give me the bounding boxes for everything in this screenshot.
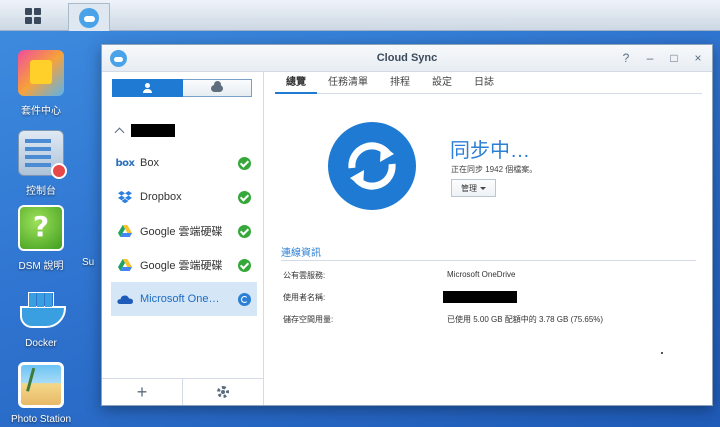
manage-label: 管理	[461, 183, 477, 193]
info-value: 已使用 5.00 GB 配額中的 3.78 GB (75.65%)	[447, 315, 604, 324]
docker-icon	[18, 286, 66, 332]
desktop-icon-label: 控制台	[26, 186, 56, 197]
tab-overview[interactable]: 總覽	[275, 72, 317, 94]
sidebar-footer: +	[102, 378, 263, 405]
task-item-google-drive-1[interactable]: Google 雲端硬碟	[111, 214, 257, 248]
main-menu-button[interactable]	[14, 2, 52, 29]
user-view-button[interactable]	[112, 79, 183, 97]
tab-task-list[interactable]: 任務清單	[317, 72, 379, 94]
task-item-google-drive-2[interactable]: Google 雲端硬碟	[111, 248, 257, 282]
grid-menu-icon	[25, 7, 41, 24]
check-circle-icon	[238, 258, 251, 272]
dropbox-icon	[117, 190, 133, 204]
help-icon: ?	[18, 205, 64, 251]
manage-dropdown-button[interactable]: 管理	[451, 179, 496, 197]
task-item-box[interactable]: box Box	[111, 146, 257, 180]
google-drive-icon	[117, 258, 133, 272]
task-label: Google 雲端硬碟	[140, 226, 223, 238]
desktop-icon-label: DSM 說明	[18, 261, 64, 272]
info-value: Microsoft OneDrive	[447, 270, 516, 279]
view-switcher	[112, 79, 252, 97]
sync-status-subtitle: 正在同步 1942 個檔案。	[451, 165, 538, 174]
maximize-button[interactable]: □	[668, 50, 680, 66]
desktop-icon-docker[interactable]: Docker	[0, 286, 82, 349]
help-button[interactable]: ?	[620, 50, 632, 66]
settings-button[interactable]	[182, 379, 263, 405]
connection-info-title: 連線資訊	[281, 248, 321, 259]
account-group-header[interactable]	[114, 124, 175, 137]
task-label: Box	[140, 157, 159, 169]
info-label: 儲存空間用量:	[283, 315, 334, 324]
cloud-sync-icon	[79, 7, 99, 28]
task-item-dropbox[interactable]: Dropbox	[111, 180, 257, 214]
box-icon: box	[115, 157, 135, 169]
desktop-icon-photo-station[interactable]: Photo Station	[0, 362, 82, 425]
desktop-icon-control-panel[interactable]: 控制台	[0, 130, 82, 197]
task-list: box Box Dropbox Google 雲端硬碟 Google 雲端硬碟 …	[111, 146, 257, 316]
onedrive-icon	[117, 292, 133, 306]
sync-status-graphic	[328, 122, 416, 210]
cloud-sync-window: Cloud Sync ? – □ × box Box Dropbox Googl…	[101, 44, 713, 406]
task-item-onedrive[interactable]: Microsoft One…	[111, 282, 257, 316]
tab-bar: 總覽 任務清單 排程 設定 日誌	[275, 72, 702, 94]
task-label: Microsoft One…	[140, 293, 220, 305]
main-pane: 總覽 任務清單 排程 設定 日誌 同步中… 正在同步 1942 個檔案。 管理 …	[265, 72, 712, 405]
desktop-icon-label: 套件中心	[21, 106, 61, 117]
section-divider	[281, 260, 696, 261]
info-label: 公有雲服務:	[283, 271, 326, 280]
task-label: Dropbox	[140, 191, 182, 203]
tab-settings[interactable]: 設定	[421, 72, 463, 94]
control-panel-icon	[18, 130, 67, 179]
window-titlebar[interactable]: Cloud Sync ? – □ ×	[102, 45, 712, 72]
cursor-dot	[661, 352, 663, 354]
tab-log[interactable]: 日誌	[463, 72, 505, 94]
sidebar: box Box Dropbox Google 雲端硬碟 Google 雲端硬碟 …	[102, 72, 264, 405]
caret-down-icon	[480, 186, 486, 190]
check-circle-icon	[238, 156, 251, 170]
info-label: 使用者名稱:	[283, 293, 326, 302]
desktop-icon-label: Photo Station	[10, 414, 72, 425]
check-circle-icon	[238, 190, 251, 204]
desktop-icon-truncated[interactable]: Su	[82, 257, 100, 268]
gear-icon	[217, 386, 229, 398]
photo-station-icon	[18, 362, 64, 408]
user-icon	[142, 83, 152, 93]
sync-status-icon	[238, 292, 251, 306]
cloud-icon	[210, 80, 223, 92]
close-button[interactable]: ×	[692, 50, 704, 66]
sync-arrows-icon	[348, 142, 396, 190]
tab-schedule[interactable]: 排程	[379, 72, 421, 94]
task-label: Google 雲端硬碟	[140, 260, 223, 272]
google-drive-icon	[117, 224, 133, 238]
package-center-icon	[18, 50, 64, 96]
redacted-username	[443, 291, 517, 303]
redacted-account-name	[131, 124, 175, 137]
info-row-cloud-service: 公有雲服務: Microsoft OneDrive	[283, 270, 696, 284]
minimize-button[interactable]: –	[644, 50, 656, 66]
cloud-view-button[interactable]	[182, 79, 252, 97]
info-row-storage-usage: 儲存空間用量: 已使用 5.00 GB 配額中的 3.78 GB (75.65%…	[283, 314, 696, 328]
info-row-username: 使用者名稱:	[283, 291, 696, 306]
check-circle-icon	[238, 224, 251, 238]
desktop-icon-label: Docker	[25, 338, 57, 349]
sync-status-title: 同步中…	[450, 140, 530, 162]
desktop-icon-package-center[interactable]: 套件中心	[0, 50, 82, 117]
desktop-icon-label: Su	[82, 257, 95, 268]
taskbar	[0, 0, 720, 31]
chevron-up-icon	[114, 127, 125, 137]
taskbar-cloud-sync-button[interactable]	[68, 3, 110, 31]
desktop-icon-dsm-help[interactable]: ? DSM 說明	[0, 205, 82, 272]
add-task-button[interactable]: +	[102, 379, 182, 405]
